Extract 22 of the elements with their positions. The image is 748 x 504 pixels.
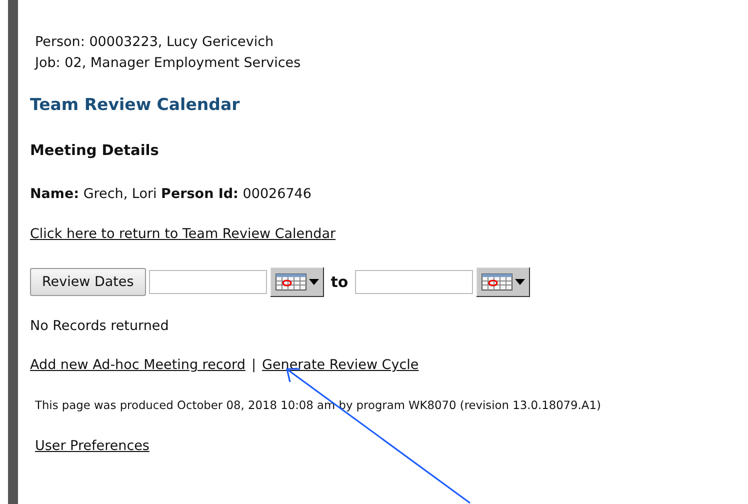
meeting-details-text: Name: Grech, Lori Person Id: 00026746 <box>30 186 312 202</box>
action-link[interactable]: Generate Review Cycle <box>262 357 419 373</box>
section-heading: Meeting Details <box>30 143 160 159</box>
person-info: Person: 00003223, Lucy Gericevich <box>35 33 275 52</box>
job-info: Job: 02, Manager Employment Services <box>35 54 302 73</box>
calendar-button[interactable] <box>270 267 324 297</box>
no-records-message: No Records returned <box>30 318 170 334</box>
date-field[interactable] <box>355 270 474 294</box>
calendar-icon <box>481 272 514 292</box>
action-link[interactable]: Add new Ad-hoc Meeting record <box>30 357 246 373</box>
calendar-button[interactable] <box>476 267 530 297</box>
caret-icon <box>308 279 319 285</box>
preferences-link[interactable]: User Preferences <box>35 438 150 454</box>
separator-text: | <box>251 357 256 373</box>
return-link[interactable]: Click here to return to Team Review Calendar <box>30 226 336 242</box>
caret-icon <box>515 279 526 285</box>
footer-text: This page was produced October 08, 2018 10:08 am by program WK8070 (revision 13.0.18079.A1) <box>34 398 601 412</box>
review-dates-button[interactable]: Review Dates <box>30 268 146 296</box>
to-label: to <box>330 273 348 291</box>
page-title: Team Review Calendar <box>30 95 241 114</box>
calendar-icon <box>274 272 307 292</box>
date-field[interactable] <box>148 270 267 294</box>
